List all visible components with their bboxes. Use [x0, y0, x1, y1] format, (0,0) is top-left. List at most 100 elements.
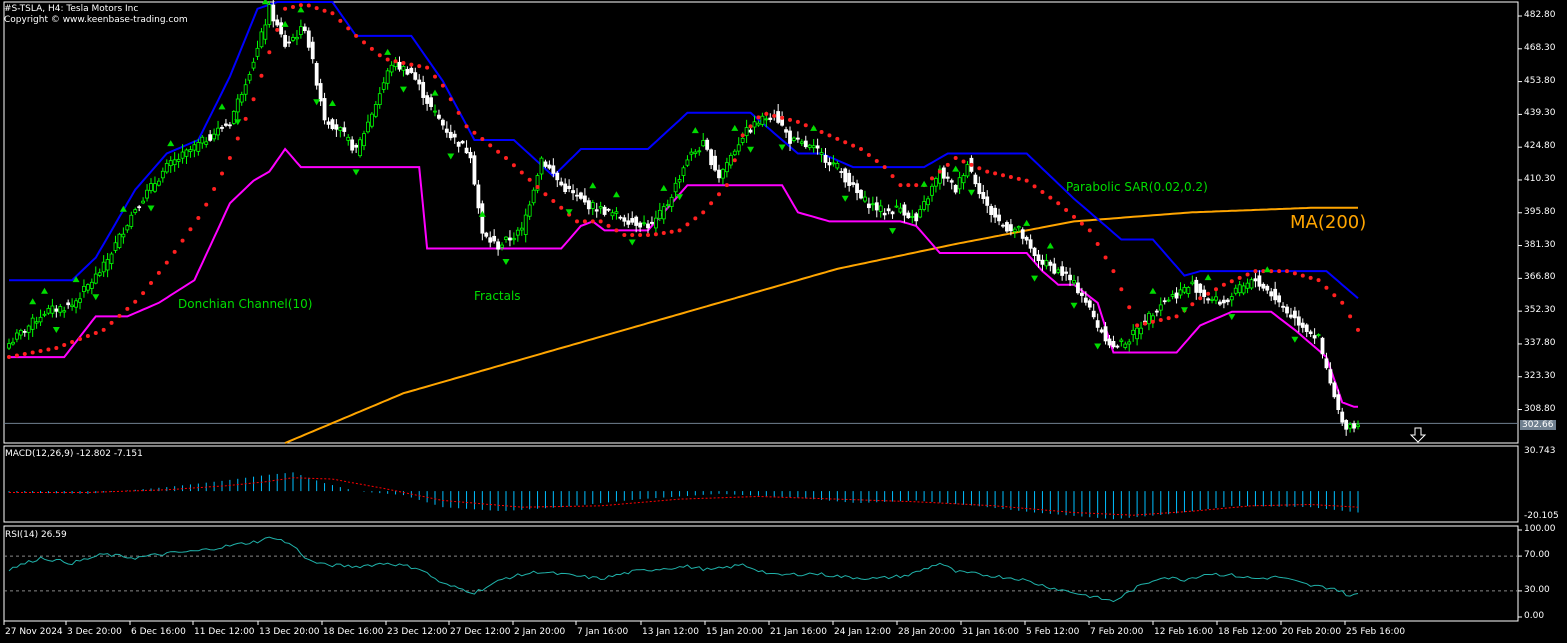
sar-dot	[1166, 316, 1171, 321]
sar-dot	[377, 53, 382, 58]
candle-body	[212, 133, 217, 140]
sar-dot	[1300, 273, 1305, 278]
fractal-down-arrow	[967, 189, 975, 196]
candle-body	[993, 207, 998, 218]
candle-body	[981, 192, 986, 200]
fractal-up-arrow	[297, 6, 305, 13]
sar-dot	[977, 166, 982, 171]
candle-body	[1079, 292, 1084, 296]
candle-body	[227, 124, 232, 127]
price-tick-label: 410.30	[1524, 173, 1556, 184]
candle-body	[902, 204, 907, 216]
rsi-tick-label: 100.00	[1524, 524, 1556, 534]
price-tick-label: 439.30	[1524, 108, 1556, 119]
fractal-down-arrow	[147, 205, 155, 212]
candle-body	[89, 281, 94, 289]
candle-body	[82, 285, 86, 292]
candle-body	[1253, 278, 1258, 282]
candle-body	[1328, 369, 1333, 384]
candle-body	[1194, 279, 1199, 293]
candle-body	[58, 306, 63, 313]
candle-body	[66, 302, 71, 306]
candle-body	[476, 184, 481, 209]
candle-body	[251, 61, 256, 69]
candle-body	[634, 216, 639, 226]
candle-body	[1285, 306, 1289, 314]
candle-body	[1001, 224, 1005, 227]
fractal-up-arrow	[1149, 287, 1157, 294]
sar-dot	[1198, 296, 1203, 301]
sar-dot	[472, 130, 477, 135]
candle-body	[693, 151, 698, 154]
sar-dot	[235, 136, 240, 141]
time-tick-label: 24 Jan 12:00	[834, 627, 891, 637]
candle-body	[863, 196, 867, 202]
candle-body	[1135, 327, 1140, 340]
candle-body	[322, 98, 327, 121]
fractal-up-arrow	[384, 48, 392, 55]
candle-body	[760, 115, 765, 125]
sar-dot	[369, 46, 374, 51]
candle-body	[184, 149, 189, 157]
candle-body	[1103, 326, 1108, 342]
sar-dot	[54, 346, 59, 351]
sar-dot	[1064, 208, 1069, 213]
sar-dot	[259, 73, 264, 78]
sar-dot	[1214, 287, 1218, 292]
candle-body	[267, 4, 272, 25]
sar-dot	[78, 336, 82, 341]
candle-body	[843, 168, 848, 183]
candle-body	[1332, 382, 1337, 398]
sar-dot	[456, 110, 461, 115]
candle-body	[677, 179, 682, 183]
candle-body	[302, 26, 307, 32]
sar-dot	[1001, 173, 1005, 178]
candle-body	[1202, 289, 1207, 297]
candle-body	[1040, 259, 1045, 265]
sar-dot	[661, 231, 666, 235]
candle-body	[1308, 331, 1313, 335]
candle-body	[586, 200, 591, 210]
sar-dot	[709, 201, 714, 206]
price-tick-label: 468.30	[1524, 42, 1556, 53]
candle-body	[429, 97, 433, 107]
candle-body	[1048, 261, 1053, 266]
candle-body	[965, 164, 970, 177]
sar-dot	[717, 192, 721, 197]
candle-body	[22, 330, 27, 333]
sar-dot	[1237, 275, 1242, 280]
candle-body	[433, 110, 437, 113]
candle-body	[819, 152, 824, 155]
sar-dot	[953, 156, 958, 161]
macd-title: MACD(12,26,9) -12.802 -7.151	[5, 449, 143, 459]
fractal-up-arrow	[1046, 242, 1054, 249]
sar-dot	[732, 158, 737, 163]
candle-body	[1072, 279, 1076, 284]
candle-body	[409, 67, 414, 73]
time-tick-label: 23 Dec 12:00	[387, 627, 448, 637]
candle-body	[1206, 298, 1211, 301]
candle-body	[377, 93, 382, 105]
sar-dot	[496, 149, 501, 154]
candle-body	[492, 235, 497, 242]
price-tick-label: 308.80	[1524, 403, 1556, 414]
sar-dot	[7, 355, 11, 360]
candle-body	[440, 119, 445, 126]
candle-body	[504, 236, 508, 240]
fractal-down-arrow	[889, 228, 897, 235]
candle-body	[622, 217, 627, 222]
sar-dot	[109, 320, 114, 325]
candle-body	[137, 206, 142, 209]
candle-body	[508, 237, 512, 241]
candle-body	[728, 154, 733, 166]
sar-dot	[306, 3, 311, 8]
sar-dot	[141, 291, 146, 296]
sar-dot	[993, 171, 998, 176]
ma200-line	[284, 206, 1358, 444]
candle-body	[1111, 340, 1116, 348]
candle-body	[878, 205, 883, 212]
sar-dot	[133, 299, 138, 304]
price-tick-label: 337.80	[1524, 337, 1556, 348]
time-tick-label: 3 Dec 20:00	[67, 627, 122, 637]
fractal-up-arrow	[431, 89, 439, 96]
